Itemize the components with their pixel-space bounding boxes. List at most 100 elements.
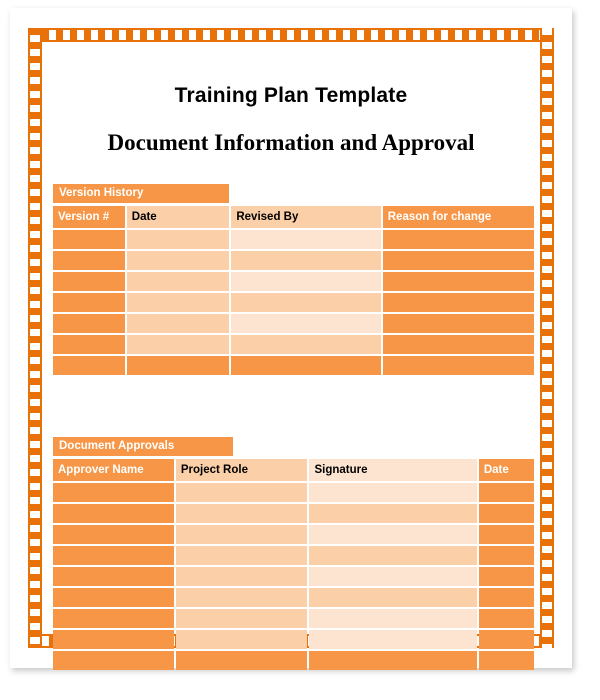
cell-approver-name[interactable] [53,567,174,586]
cell-date[interactable] [478,567,534,586]
document-content: Training Plan Template Document Informat… [46,50,536,670]
cell-signature[interactable] [309,609,477,628]
column-header-date: Date [478,459,534,481]
cell-revised-by[interactable] [231,251,381,270]
column-header-version-number: Version # [53,206,125,228]
cell-version-number[interactable] [53,314,125,333]
cell-date[interactable] [126,293,230,312]
cell-date[interactable] [478,525,534,544]
cell-revised-by[interactable] [231,356,381,375]
cell-reason[interactable] [382,230,534,249]
decorative-border-top [28,28,554,42]
cell-revised-by[interactable] [231,230,381,249]
cell-revised-by[interactable] [231,272,381,291]
column-header-reason-for-change: Reason for change [382,206,534,228]
table-header-row: Version # Date Revised By Reason for cha… [53,206,534,228]
cell-date[interactable] [126,314,230,333]
cell-date[interactable] [126,335,230,354]
cell-reason[interactable] [382,314,534,333]
cell-version-number[interactable] [53,230,125,249]
cell-reason[interactable] [382,335,534,354]
column-header-signature: Signature [309,459,477,481]
column-header-project-role: Project Role [175,459,308,481]
column-header-date: Date [126,206,230,228]
cell-date[interactable] [478,504,534,523]
decorative-border-right [540,28,554,648]
cell-approver-name[interactable] [53,525,174,544]
cell-revised-by[interactable] [231,314,381,333]
cell-signature[interactable] [309,567,477,586]
table-row [53,525,534,544]
document-page: Training Plan Template Document Informat… [10,8,572,670]
cell-approver-name[interactable] [53,504,174,523]
cell-signature[interactable] [309,546,477,565]
cell-reason[interactable] [382,272,534,291]
table-row [53,251,534,270]
cell-project-role[interactable] [175,546,308,565]
page-title: Training Plan Template [174,84,408,107]
cell-date[interactable] [478,546,534,565]
table-row [53,314,534,333]
cell-signature[interactable] [309,483,477,502]
cell-date[interactable] [478,588,534,607]
cell-project-role[interactable] [175,630,308,649]
cell-approver-name[interactable] [53,546,174,565]
table-row [53,567,534,586]
cell-approver-name[interactable] [53,588,174,607]
cell-date[interactable] [126,251,230,270]
cell-project-role[interactable] [175,504,308,523]
cell-date[interactable] [478,630,534,649]
cell-project-role[interactable] [175,567,308,586]
document-approvals-table: Approver Name Project Role Signature Dat… [51,457,536,672]
table-row [53,335,534,354]
cell-signature[interactable] [309,525,477,544]
table-footer-row [53,651,534,670]
cell-date[interactable] [126,230,230,249]
table-row [53,630,534,649]
cell-date[interactable] [126,356,230,375]
cell-signature[interactable] [309,630,477,649]
cell-signature[interactable] [309,651,477,670]
cell-approver-name[interactable] [53,630,174,649]
cell-project-role[interactable] [175,609,308,628]
cell-date[interactable] [126,272,230,291]
cell-signature[interactable] [309,504,477,523]
cell-project-role[interactable] [175,588,308,607]
cell-version-number[interactable] [53,335,125,354]
cell-project-role[interactable] [175,651,308,670]
cell-reason[interactable] [382,293,534,312]
cell-revised-by[interactable] [231,293,381,312]
table-row [53,546,534,565]
cell-project-role[interactable] [175,525,308,544]
table-row [53,272,534,291]
cell-version-number[interactable] [53,272,125,291]
cell-signature[interactable] [309,588,477,607]
cell-approver-name[interactable] [53,609,174,628]
table-row [53,293,534,312]
cell-revised-by[interactable] [231,335,381,354]
table-header-row: Approver Name Project Role Signature Dat… [53,459,534,481]
table-row [53,230,534,249]
page-subtitle: Document Information and Approval [107,130,475,155]
cell-approver-name[interactable] [53,483,174,502]
table-row [53,588,534,607]
version-history-table: Version # Date Revised By Reason for cha… [51,204,536,377]
column-header-approver-name: Approver Name [53,459,174,481]
table-row [53,504,534,523]
table-footer-row [53,356,534,375]
section-label-document-approvals: Document Approvals [53,437,233,456]
cell-date[interactable] [478,483,534,502]
decorative-border-left [28,28,42,648]
cell-reason[interactable] [382,251,534,270]
cell-date[interactable] [478,609,534,628]
cell-project-role[interactable] [175,483,308,502]
cell-approver-name[interactable] [53,651,174,670]
cell-version-number[interactable] [53,293,125,312]
table-row [53,483,534,502]
table-row [53,609,534,628]
column-header-revised-by: Revised By [231,206,381,228]
cell-reason[interactable] [382,356,534,375]
cell-version-number[interactable] [53,251,125,270]
cell-date[interactable] [478,651,534,670]
cell-version-number[interactable] [53,356,125,375]
